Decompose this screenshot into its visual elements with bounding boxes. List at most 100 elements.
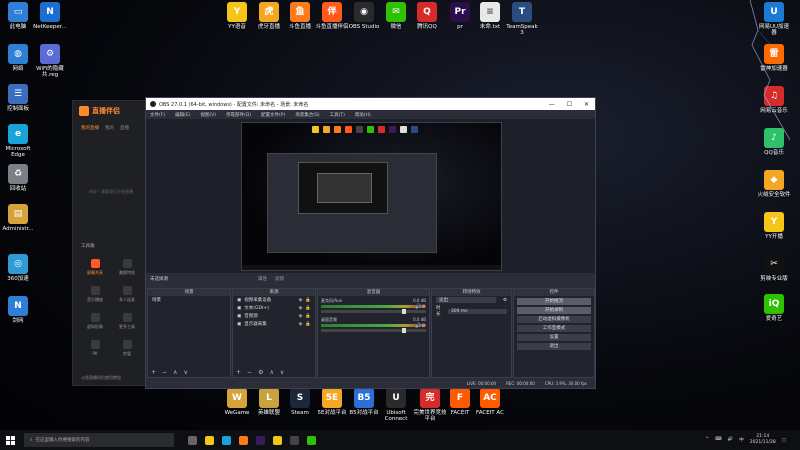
- desktop-icon[interactable]: AC FACEIT AC: [468, 388, 512, 416]
- volume-knob[interactable]: [402, 328, 406, 333]
- scenes-dock-title: 场景: [148, 289, 230, 296]
- transition-settings-icon[interactable]: ⚙: [503, 298, 507, 303]
- add-scene-button[interactable]: +: [151, 369, 156, 376]
- lock-icon[interactable]: 🔒: [305, 306, 311, 311]
- move-down-icon[interactable]: ∨: [183, 369, 187, 376]
- visibility-eye-icon[interactable]: ◉: [298, 298, 302, 303]
- source-settings-icon[interactable]: ⚙: [258, 369, 263, 376]
- menu-item[interactable]: 配置文件(P): [261, 112, 285, 118]
- live-companion-window: 直播伴侣 我的直播 我的 直播 你好 ! 请登录后开始直播 工具箱 屏幕共享 美颜…: [72, 100, 148, 386]
- transitions-dock: 转场特效 淡出 ⚙ 时长 300 ms: [431, 288, 512, 378]
- tool-item[interactable]: 屏幕共享: [79, 259, 111, 276]
- maximize-button[interactable]: ☐: [567, 101, 572, 108]
- tray-icon[interactable]: 🔊: [728, 437, 734, 443]
- desktop-icon[interactable]: ☰ 控制面板: [0, 84, 40, 112]
- edge-icon[interactable]: [222, 435, 231, 445]
- obs-menubar: 文件(F) 编辑(E) 视图(V) 停靠部件(D) 配置文件(P) 场景集合(S) 工具(T…: [146, 110, 595, 119]
- visibility-eye-icon[interactable]: ◉: [298, 322, 302, 327]
- start-button[interactable]: [0, 430, 20, 450]
- scenes-dock-toolbar: + − ∧ ∨: [151, 369, 188, 376]
- companion-tab-2[interactable]: 直播: [120, 125, 129, 131]
- tool-item[interactable]: 更多工具: [111, 313, 143, 330]
- clock[interactable]: 21:14 2021/11/28: [750, 434, 776, 446]
- desktop-icon[interactable]: Y YY开播: [752, 212, 796, 240]
- menu-item[interactable]: 文件(F): [150, 112, 165, 118]
- tool-item[interactable]: PK: [79, 340, 111, 357]
- tray-icon[interactable]: 中: [739, 437, 744, 443]
- menu-item[interactable]: 停靠部件(D): [226, 112, 251, 118]
- tool-item[interactable]: 房管: [111, 340, 143, 357]
- visibility-eye-icon[interactable]: ◉: [298, 306, 302, 311]
- properties-button[interactable]: 属性: [258, 276, 267, 282]
- yy-icon[interactable]: [273, 435, 282, 445]
- desktop-icon[interactable]: ◆ 火绒安全软件: [752, 170, 796, 198]
- companion-tabs: 我的直播 我的 直播: [73, 121, 147, 135]
- pr-icon[interactable]: [256, 435, 265, 445]
- remove-source-button[interactable]: −: [247, 369, 252, 376]
- control-button[interactable]: 开始推流: [517, 298, 591, 305]
- move-up-icon[interactable]: ∧: [173, 369, 177, 376]
- volume-slider[interactable]: [321, 309, 426, 314]
- control-button[interactable]: 工作室模式: [517, 325, 591, 332]
- companion-footer-link[interactable]: 斗鱼直播伴侣使用教程: [81, 375, 121, 381]
- companion-tab-1[interactable]: 我的: [105, 125, 114, 131]
- mute-speaker-icon[interactable]: 🔊⚙: [415, 304, 426, 310]
- explorer-icon[interactable]: [205, 435, 214, 445]
- task-view-icon[interactable]: [188, 435, 197, 445]
- add-source-button[interactable]: +: [236, 369, 241, 376]
- desktop-icon[interactable]: N 剑网: [0, 296, 40, 324]
- tool-item[interactable]: 虚拟形象: [79, 313, 111, 330]
- desktop-icon[interactable]: ▤ Administr...: [0, 204, 40, 232]
- menu-item[interactable]: 视图(V): [200, 112, 216, 118]
- desktop-icon[interactable]: iQ 爱奇艺: [752, 294, 796, 322]
- move-down-icon[interactable]: ∨: [280, 369, 284, 376]
- mute-speaker-icon[interactable]: 🔊⚙: [415, 323, 426, 329]
- duration-input[interactable]: 300 ms: [447, 308, 507, 314]
- desktop-icon[interactable]: ⚙ WiFi的隐藏 共.reg: [28, 44, 72, 79]
- control-button[interactable]: 开始录制: [517, 307, 591, 314]
- control-button[interactable]: 退出: [517, 343, 591, 350]
- remove-scene-button[interactable]: −: [162, 369, 167, 376]
- volume-knob[interactable]: [402, 309, 406, 314]
- tray-icon[interactable]: ⌨: [715, 437, 722, 443]
- source-item[interactable]: ▣ 显示器采集 ◉ 🔒: [233, 320, 315, 328]
- scene-item[interactable]: 场景: [148, 296, 230, 304]
- preview-canvas[interactable]: [241, 122, 502, 271]
- obs-icon[interactable]: [290, 435, 299, 445]
- notification-icon[interactable]: ▢: [782, 438, 786, 443]
- control-button[interactable]: 设置: [517, 334, 591, 341]
- source-item[interactable]: ▣ 音频源 ◉ 🔒: [233, 312, 315, 320]
- taskbar-search-box[interactable]: ⌕ 在这里输入你要搜索的内容: [24, 433, 174, 447]
- companion-logo-icon: [79, 106, 89, 116]
- transition-type-select[interactable]: 淡出: [436, 297, 496, 303]
- lock-icon[interactable]: 🔒: [305, 314, 311, 319]
- desktop-icon[interactable]: e Microsoft Edge: [0, 124, 40, 159]
- desktop-icon[interactable]: ♻ 回收站: [0, 164, 40, 192]
- wechat-icon[interactable]: [307, 435, 316, 445]
- menu-item[interactable]: 帮助(H): [355, 112, 371, 118]
- menu-item[interactable]: 场景集合(S): [295, 112, 319, 118]
- menu-item[interactable]: 工具(T): [330, 112, 345, 118]
- visibility-eye-icon[interactable]: ◉: [298, 314, 302, 319]
- filters-button[interactable]: 滤镜: [275, 276, 284, 282]
- menu-item[interactable]: 编辑(E): [175, 112, 190, 118]
- control-button[interactable]: 启动虚拟摄像机: [517, 316, 591, 323]
- move-up-icon[interactable]: ∧: [269, 369, 273, 376]
- minimize-button[interactable]: —: [549, 101, 555, 108]
- desktop-icon[interactable]: T TeamSpeak 3: [500, 2, 544, 37]
- lock-icon[interactable]: 🔒: [305, 298, 311, 303]
- douyu-icon[interactable]: [239, 435, 248, 445]
- tray-icon[interactable]: ^: [705, 437, 709, 443]
- desktop-icon[interactable]: ✂ 剪映专业版: [752, 254, 796, 282]
- volume-slider[interactable]: [321, 328, 426, 333]
- lock-icon[interactable]: 🔒: [305, 322, 311, 327]
- companion-tab-0[interactable]: 我的直播: [81, 125, 99, 131]
- tool-item[interactable]: 多人连麦: [111, 286, 143, 303]
- source-item[interactable]: ▣ 文本(GDI+) ◉ 🔒: [233, 304, 315, 312]
- desktop-icon[interactable]: ◎ 360加速: [0, 254, 40, 282]
- desktop-icon[interactable]: N NetKeeper...: [28, 2, 72, 30]
- close-button[interactable]: ✕: [584, 101, 589, 108]
- tool-item[interactable]: 美颜特效: [111, 259, 143, 276]
- tool-item[interactable]: 音乐播放: [79, 286, 111, 303]
- source-item[interactable]: ▣ 视频采集设备 ◉ 🔒: [233, 296, 315, 304]
